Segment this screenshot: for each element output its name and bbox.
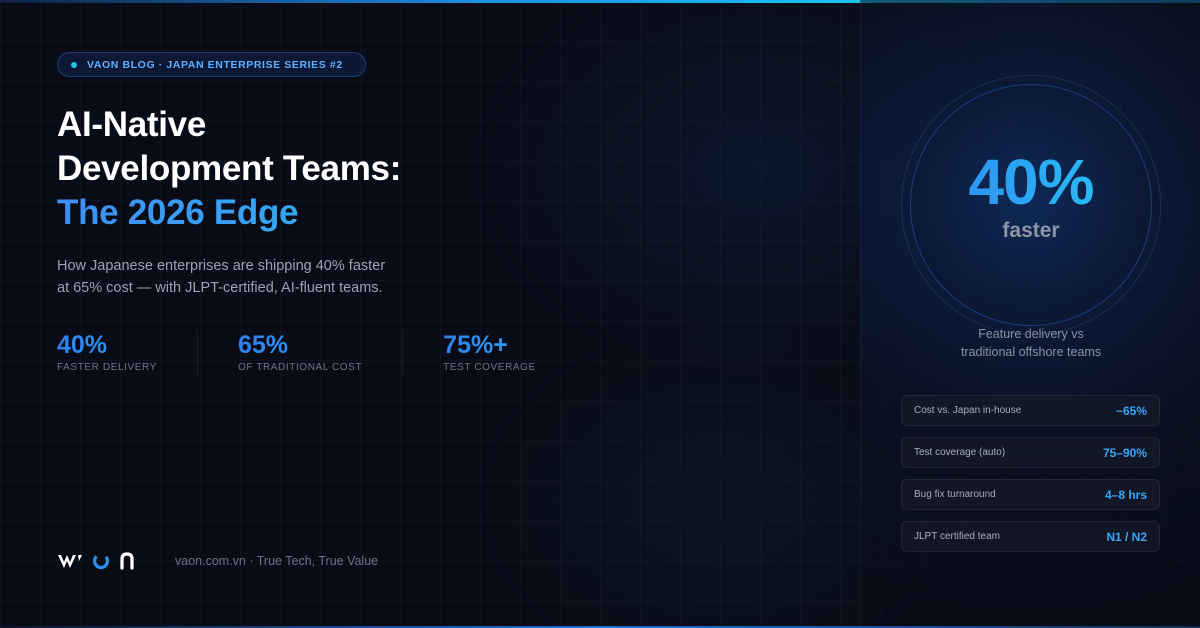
series-badge: VAON BLOG · JAPAN ENTERPRISE SERIES #2 (57, 52, 366, 77)
metric-label: Bug fix turnaround (914, 489, 996, 500)
stat-label: TEST COVERAGE (443, 362, 536, 373)
title-line-3: The 2026 Edge (57, 191, 577, 235)
title-line-1: AI-Native (57, 105, 207, 144)
stat-value: 75%+ (443, 330, 536, 360)
stat-test-coverage: 75%+ TEST COVERAGE (402, 330, 576, 376)
footer: vaon.com.vn · True Tech, True Value (57, 548, 378, 574)
badge-dot-icon (71, 61, 77, 68)
metrics-list: Cost vs. Japan in-house −65% Test covera… (901, 395, 1160, 563)
footer-tagline[interactable]: vaon.com.vn · True Tech, True Value (175, 554, 378, 568)
vaon-n-mark-icon (120, 552, 134, 570)
metric-row-jlpt: JLPT certified team N1 / N2 (901, 521, 1160, 552)
subtitle-line-1: How Japanese enterprises are shipping 40… (57, 258, 386, 274)
title-line-2: Development Teams: (57, 149, 402, 188)
metric-label: Cost vs. Japan in-house (914, 405, 1022, 416)
stat-faster-delivery: 40% FASTER DELIVERY (57, 330, 197, 376)
metric-value: −65% (1115, 403, 1147, 418)
caption-line-2: traditional offshore teams (960, 345, 1102, 359)
subtitle: How Japanese enterprises are shipping 40… (57, 255, 437, 299)
stat-label: FASTER DELIVERY (57, 362, 157, 373)
metric-row-test-coverage: Test coverage (auto) 75–90% (901, 437, 1160, 468)
metric-label: Test coverage (auto) (914, 447, 1006, 458)
metric-label: JLPT certified team (914, 531, 1000, 542)
metric-value: N1 / N2 (1106, 529, 1147, 544)
metric-value: 75–90% (1102, 445, 1147, 460)
page-title: AI-Native Development Teams: The 2026 Ed… (57, 103, 577, 235)
caption-line-1: Feature delivery vs (978, 327, 1084, 341)
highlight-caption: Feature delivery vs traditional offshore… (910, 325, 1152, 361)
vaon-v-mark-icon (58, 555, 82, 568)
metric-row-cost: Cost vs. Japan in-house −65% (901, 395, 1160, 426)
vaon-o-mark-icon (92, 552, 110, 570)
stat-value: 65% (238, 330, 362, 360)
highlight-value: 40% (910, 145, 1152, 219)
stat-traditional-cost: 65% OF TRADITIONAL COST (196, 330, 402, 376)
metric-row-bug-fix: Bug fix turnaround 4–8 hrs (901, 479, 1160, 510)
badge-label: VAON BLOG · JAPAN ENTERPRISE SERIES #2 (87, 58, 343, 71)
subtitle-line-2: at 65% cost — with JLPT-certified, AI-fl… (57, 280, 383, 296)
stat-label: OF TRADITIONAL COST (237, 362, 363, 373)
stats-row: 40% FASTER DELIVERY 65% OF TRADITIONAL C… (57, 330, 576, 376)
vaon-logo-icon[interactable] (57, 551, 135, 571)
highlight-unit: faster (1002, 219, 1060, 242)
metric-value: 4–8 hrs (1104, 487, 1147, 502)
stat-value: 40% (57, 330, 157, 360)
